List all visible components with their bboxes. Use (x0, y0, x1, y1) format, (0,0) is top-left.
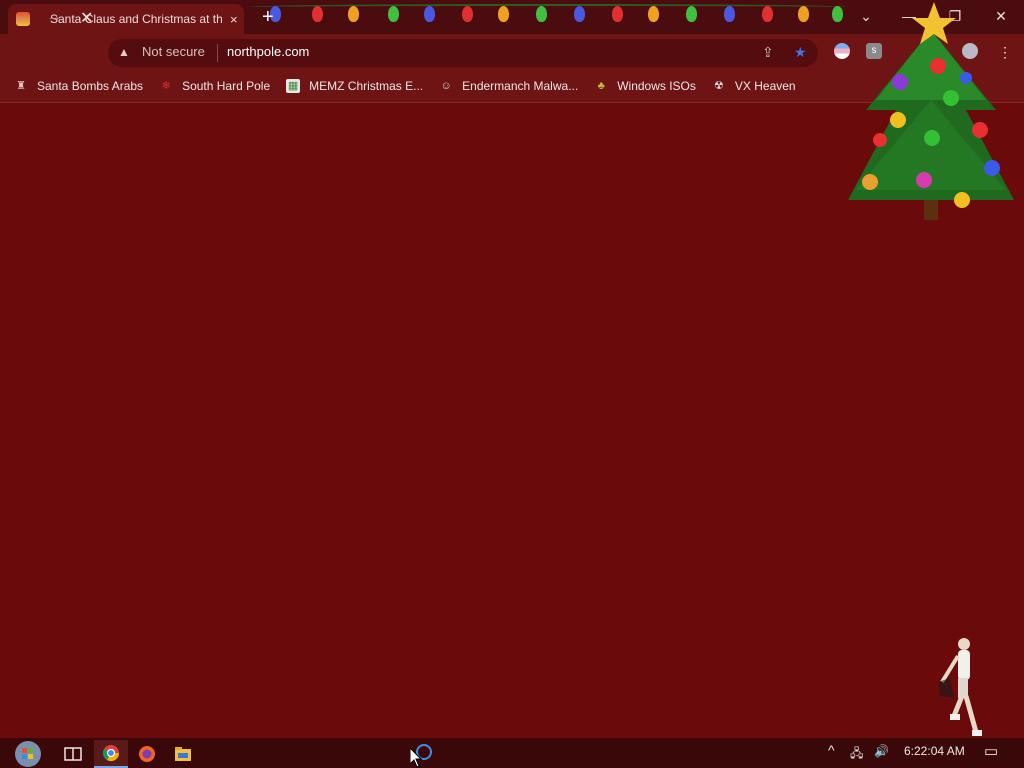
folder-icon (175, 747, 191, 761)
raccoon-icon: ☺ (440, 80, 452, 92)
task-view-button[interactable] (56, 740, 90, 768)
christmas-tree-icon (848, 2, 1014, 220)
url-text[interactable]: northpole.com (227, 44, 309, 59)
windows-start-icon (15, 741, 41, 767)
santa-icon: ♜ (16, 80, 26, 92)
tab-title: Santa Claus and Christmas at the North P… (50, 12, 222, 26)
bookmark-star-icon[interactable]: ★ (794, 44, 807, 61)
stop-loading-button[interactable]: ✕ (80, 8, 93, 28)
mouse-cursor-icon (410, 748, 422, 768)
bookmark-vx-heaven[interactable]: ☢ VX Heaven (712, 74, 796, 98)
back-button[interactable]: ← (14, 8, 30, 26)
volume-icon[interactable]: 🔊 (874, 744, 889, 758)
firefox-taskbar-button[interactable] (130, 740, 164, 768)
bookmark-memz-christmas[interactable]: ▦ MEMZ Christmas E... (286, 74, 423, 98)
file-explorer-taskbar-button[interactable] (166, 740, 200, 768)
vx-icon: ☢ (713, 80, 724, 92)
image-icon: ▦ (286, 79, 301, 93)
chrome-icon (102, 745, 120, 762)
start-button[interactable] (8, 740, 48, 768)
chrome-taskbar-button[interactable] (94, 740, 128, 768)
dancing-figure-icon (938, 638, 982, 736)
security-status[interactable]: Not secure (142, 44, 205, 59)
christmas-lights (248, 0, 848, 34)
bookmark-endermanch-malware[interactable]: ☺ Endermanch Malwa... (439, 74, 579, 98)
forward-button[interactable]: → (46, 8, 62, 26)
tree-icon: ♣ (597, 80, 605, 92)
bookmark-south-hard-pole[interactable]: ❄ South Hard Pole (159, 74, 270, 98)
network-icon[interactable]: 🖧 (850, 744, 863, 765)
tab-close-icon[interactable]: × (230, 12, 238, 27)
firefox-icon (139, 746, 155, 762)
task-view-icon (64, 747, 82, 761)
address-bar[interactable] (108, 39, 818, 67)
warning-icon[interactable]: ▲ (118, 45, 130, 59)
omnibox-divider (217, 44, 218, 62)
snowflake-icon: ❄ (161, 80, 171, 92)
bookmark-santa-bombs-arabs[interactable]: ♜ Santa Bombs Arabs (14, 74, 143, 98)
system-clock[interactable]: 6:22:04 AM (904, 744, 965, 758)
tray-overflow-icon[interactable]: ^ (828, 742, 835, 758)
browser-tab-active[interactable]: Santa Claus and Christmas at the North P… (8, 4, 244, 34)
new-tab-button[interactable]: + (262, 6, 274, 28)
notifications-icon[interactable]: ▭ (984, 742, 998, 760)
bookmark-windows-isos[interactable]: ♣ Windows ISOs (594, 74, 696, 98)
windows-taskbar (0, 738, 1024, 768)
share-icon[interactable]: ⇪ (762, 44, 774, 61)
